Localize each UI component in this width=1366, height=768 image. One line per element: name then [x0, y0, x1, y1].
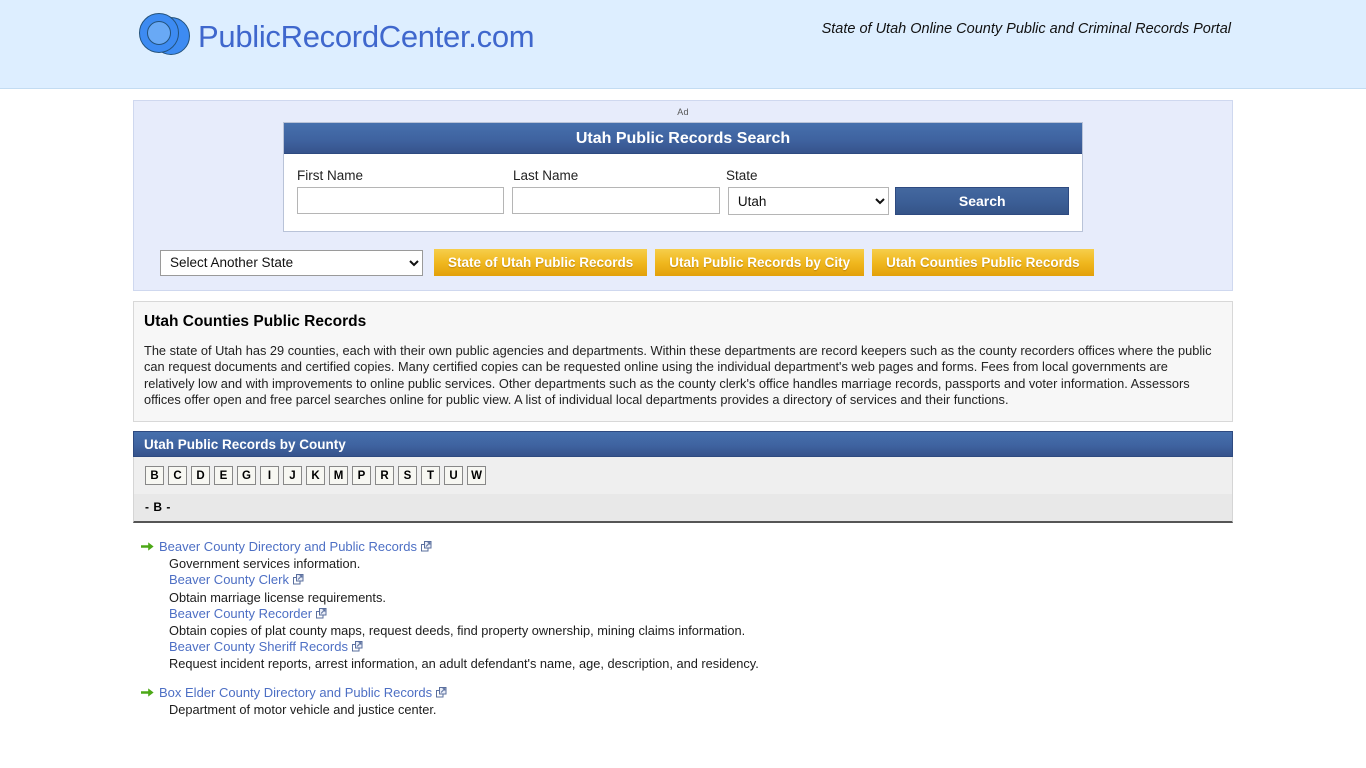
- county-link-description: Department of motor vehicle and justice …: [169, 701, 437, 717]
- county-link[interactable]: Beaver County Recorder: [169, 606, 327, 621]
- intro-paragraph: The state of Utah has 29 counties, each …: [144, 343, 1212, 407]
- ad-label: Ad: [677, 107, 689, 117]
- alphabet-key-w[interactable]: W: [467, 466, 486, 486]
- search-card-title: Utah Public Records Search: [284, 123, 1082, 154]
- last-name-label: Last Name: [513, 168, 579, 183]
- state-label: State: [726, 168, 758, 183]
- alphabet-key-r[interactable]: R: [375, 466, 394, 486]
- green-arrow-icon: [141, 685, 159, 698]
- county-link-description: Obtain copies of plat county maps, reque…: [169, 623, 746, 638]
- alphabet-key-d[interactable]: D: [191, 466, 210, 486]
- county-link[interactable]: Box Elder County Directory and Public Re…: [159, 685, 447, 702]
- alphabet-key-i[interactable]: I: [260, 466, 279, 486]
- select-another-state-dropdown[interactable]: Select Another State: [160, 249, 423, 276]
- state-public-records-button[interactable]: State of Utah Public Records: [434, 249, 648, 276]
- alphabet-key-u[interactable]: U: [444, 466, 463, 486]
- last-name-input[interactable]: [512, 187, 720, 214]
- site-header: PublicRecordCenter.com State of Utah Onl…: [0, 0, 1366, 89]
- external-link-icon: [436, 686, 447, 702]
- current-letter-divider: - B -: [133, 494, 1233, 524]
- county-link-row: Beaver County Clerk: [141, 572, 1233, 589]
- records-by-city-button[interactable]: Utah Public Records by City: [655, 249, 865, 276]
- county-link-description: Government services information.: [169, 556, 361, 572]
- alphabet-key-e[interactable]: E: [214, 466, 233, 486]
- green-arrow-icon: [141, 539, 159, 552]
- county-link-row: Beaver County Recorder: [141, 606, 1233, 623]
- alphabet-key-b[interactable]: B: [145, 466, 164, 486]
- alphabet-key-s[interactable]: S: [398, 466, 417, 486]
- alphabet-index-bar: BCDEGIJKMPRSTUW: [133, 457, 1233, 495]
- alphabet-key-c[interactable]: C: [168, 466, 187, 486]
- county-link-description: Request incident reports, arrest informa…: [169, 656, 759, 672]
- county-group: Box Elder County Directory and Public Re…: [141, 685, 1233, 718]
- brand-name: PublicRecordCenter.com: [198, 19, 535, 54]
- first-name-label: First Name: [297, 168, 364, 183]
- alphabet-key-t[interactable]: T: [421, 466, 440, 486]
- alphabet-key-p[interactable]: P: [352, 466, 371, 486]
- page-title: Utah Counties Public Records: [144, 313, 367, 330]
- page-body: Ad Utah Public Records Search First Name…: [133, 89, 1233, 718]
- alphabet-key-k[interactable]: K: [306, 466, 325, 486]
- alphabet-key-m[interactable]: M: [329, 466, 348, 486]
- county-link-row: Beaver County Sheriff Records: [141, 639, 1233, 656]
- county-link-list: Beaver County Directory and Public Recor…: [133, 523, 1233, 718]
- alphabet-key-j[interactable]: J: [283, 466, 302, 486]
- external-link-icon: [420, 540, 432, 556]
- county-link[interactable]: Beaver County Sheriff Records: [169, 639, 363, 654]
- county-section-header: Utah Public Records by County: [133, 431, 1233, 458]
- state-select[interactable]: Utah: [727, 187, 890, 215]
- county-link[interactable]: Beaver County Directory and Public Recor…: [159, 539, 432, 556]
- counties-public-records-button[interactable]: Utah Counties Public Records: [872, 249, 1094, 276]
- brand[interactable]: PublicRecordCenter.com: [136, 9, 535, 65]
- county-group: Beaver County Directory and Public Recor…: [141, 539, 1233, 672]
- external-link-icon: [292, 573, 304, 589]
- intro-box: Utah Counties Public Records The state o…: [133, 301, 1233, 423]
- county-link[interactable]: Beaver County Clerk: [169, 572, 304, 587]
- county-group-head: Box Elder County Directory and Public Re…: [141, 685, 1233, 702]
- header-tagline: State of Utah Online County Public and C…: [821, 21, 1231, 37]
- ad-panel: Ad Utah Public Records Search First Name…: [133, 100, 1233, 291]
- circles-logo-icon: [136, 9, 192, 65]
- first-name-input[interactable]: [297, 187, 505, 214]
- county-group-head: Beaver County Directory and Public Recor…: [141, 539, 1233, 556]
- public-records-search-card: Utah Public Records Search First Name La…: [283, 122, 1083, 232]
- external-link-icon: [351, 640, 363, 656]
- county-link-description: Obtain marriage license requirements.: [169, 589, 386, 605]
- search-button[interactable]: Search: [895, 187, 1069, 215]
- external-link-icon: [316, 607, 327, 623]
- alphabet-key-g[interactable]: G: [237, 466, 256, 486]
- nav-row: Select Another State State of Utah Publi…: [160, 249, 1232, 276]
